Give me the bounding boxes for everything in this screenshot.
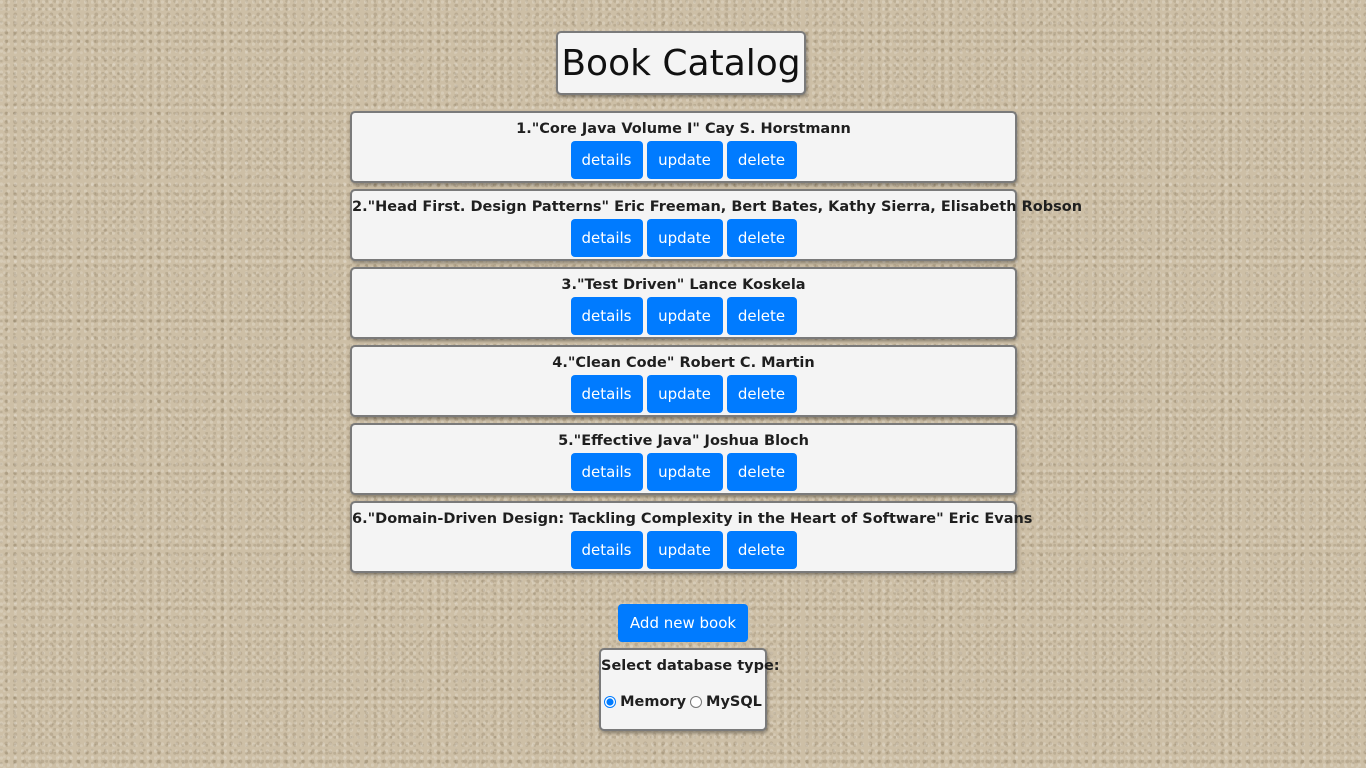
book-actions: details update delete	[352, 219, 1015, 257]
memory-radio[interactable]	[604, 696, 617, 708]
page-title-box: Book Catalog	[556, 31, 806, 95]
add-new-book-button[interactable]: Add new book	[618, 604, 748, 642]
mysql-label: MySQL	[706, 694, 762, 710]
book-card-5: 5."Effective Java" Joshua Bloch details …	[350, 423, 1017, 495]
book-title: 6."Domain-Driven Design: Tackling Comple…	[352, 511, 1033, 527]
page-title: Book Catalog	[561, 42, 801, 84]
delete-button[interactable]: delete	[726, 219, 797, 257]
details-button[interactable]: details	[570, 453, 643, 491]
delete-button[interactable]: delete	[726, 453, 797, 491]
database-option-memory[interactable]: Memory	[604, 694, 686, 710]
book-title: 3."Test Driven" Lance Koskela	[561, 277, 806, 293]
page: Book Catalog 1."Core Java Volume I" Cay …	[0, 0, 1366, 768]
book-actions: details update delete	[352, 375, 1015, 413]
delete-button[interactable]: delete	[726, 297, 797, 335]
book-actions: details update delete	[352, 297, 1015, 335]
book-title: 4."Clean Code" Robert C. Martin	[552, 355, 815, 371]
details-button[interactable]: details	[570, 219, 643, 257]
details-button[interactable]: details	[570, 297, 643, 335]
database-type-options: Memory MySQL	[601, 694, 765, 710]
details-button[interactable]: details	[570, 141, 643, 179]
database-type-selector: Select database type: Memory MySQL	[599, 648, 780, 731]
update-button[interactable]: update	[646, 375, 723, 413]
delete-button[interactable]: delete	[726, 375, 797, 413]
book-card-6: 6."Domain-Driven Design: Tackling Comple…	[350, 501, 1033, 573]
book-title: 1."Core Java Volume I" Cay S. Horstmann	[516, 121, 851, 137]
book-card-2: 2."Head First. Design Patterns" Eric Fre…	[350, 189, 1083, 261]
database-option-mysql[interactable]: MySQL	[690, 694, 762, 710]
book-actions: details update delete	[352, 141, 1015, 179]
delete-button[interactable]: delete	[726, 141, 797, 179]
details-button[interactable]: details	[570, 531, 643, 569]
book-card-4: 4."Clean Code" Robert C. Martin details …	[350, 345, 1017, 417]
delete-button[interactable]: delete	[726, 531, 797, 569]
book-card-3: 3."Test Driven" Lance Koskela details up…	[350, 267, 1017, 339]
update-button[interactable]: update	[646, 453, 723, 491]
database-type-label: Select database type:	[601, 658, 780, 674]
book-actions: details update delete	[352, 453, 1015, 491]
update-button[interactable]: update	[646, 531, 723, 569]
update-button[interactable]: update	[646, 297, 723, 335]
book-card-1: 1."Core Java Volume I" Cay S. Horstmann …	[350, 111, 1017, 183]
book-actions: details update delete	[352, 531, 1015, 569]
memory-label: Memory	[620, 694, 687, 710]
details-button[interactable]: details	[570, 375, 643, 413]
book-list: 1."Core Java Volume I" Cay S. Horstmann …	[350, 111, 1083, 579]
update-button[interactable]: update	[646, 141, 723, 179]
update-button[interactable]: update	[646, 219, 723, 257]
mysql-radio[interactable]	[690, 696, 703, 708]
book-title: 2."Head First. Design Patterns" Eric Fre…	[352, 199, 1083, 215]
book-title: 5."Effective Java" Joshua Bloch	[558, 433, 809, 449]
